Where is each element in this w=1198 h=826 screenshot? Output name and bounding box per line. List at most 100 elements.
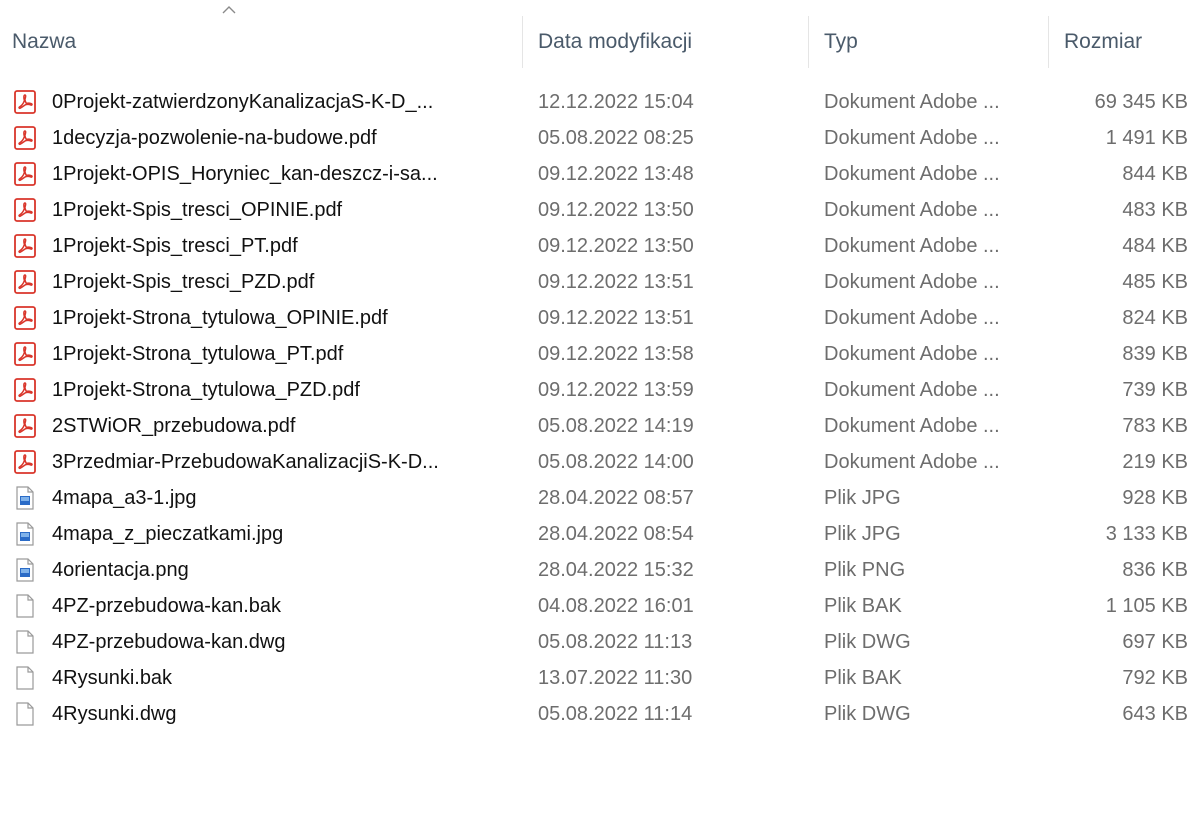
file-type: Plik BAK	[824, 595, 902, 617]
file-row[interactable]: 0Projekt-zatwierdzonyKanalizacjaS-K-D_..…	[0, 84, 1198, 120]
file-size: 1 105 KB	[1105, 595, 1188, 617]
file-type: Plik DWG	[824, 703, 911, 725]
file-name: 4orientacja.png	[52, 559, 189, 581]
file-size: 836 KB	[1122, 559, 1188, 581]
file-row[interactable]: 3Przedmiar-PrzebudowaKanalizacjiS-K-D...…	[0, 444, 1198, 480]
file-row[interactable]: 4PZ-przebudowa-kan.dwg 05.08.2022 11:13 …	[0, 624, 1198, 660]
pdf-icon	[14, 270, 36, 294]
pdf-icon	[14, 198, 36, 222]
file-type: Dokument Adobe ...	[824, 91, 1000, 113]
generic-file-icon	[14, 630, 36, 654]
file-row[interactable]: 4mapa_a3-1.jpg 28.04.2022 08:57 Plik JPG…	[0, 480, 1198, 516]
column-header-name[interactable]: Nazwa	[0, 0, 522, 84]
file-name: 2STWiOR_przebudowa.pdf	[52, 415, 296, 437]
file-modified-date: 05.08.2022 14:00	[538, 451, 694, 473]
file-modified-date: 28.04.2022 08:54	[538, 523, 694, 545]
pdf-icon	[14, 378, 36, 402]
file-row[interactable]: 4orientacja.png 28.04.2022 15:32 Plik PN…	[0, 552, 1198, 588]
file-name: 4PZ-przebudowa-kan.dwg	[52, 631, 286, 653]
file-type: Dokument Adobe ...	[824, 235, 1000, 257]
image-file-icon	[14, 558, 36, 582]
column-header-label: Nazwa	[12, 30, 77, 53]
pdf-icon	[14, 306, 36, 330]
file-name: 4mapa_a3-1.jpg	[52, 487, 197, 509]
generic-file-icon	[14, 702, 36, 726]
file-modified-date: 09.12.2022 13:58	[538, 343, 694, 365]
file-name: 1decyzja-pozwolenie-na-budowe.pdf	[52, 127, 377, 149]
file-modified-date: 28.04.2022 15:32	[538, 559, 694, 581]
file-modified-date: 09.12.2022 13:50	[538, 235, 694, 257]
file-size: 1 491 KB	[1105, 127, 1188, 149]
file-type: Dokument Adobe ...	[824, 307, 1000, 329]
file-type: Dokument Adobe ...	[824, 163, 1000, 185]
file-row[interactable]: 1Projekt-Strona_tytulowa_PZD.pdf 09.12.2…	[0, 372, 1198, 408]
file-type: Plik BAK	[824, 667, 902, 689]
file-row[interactable]: 2STWiOR_przebudowa.pdf 05.08.2022 14:19 …	[0, 408, 1198, 444]
file-row[interactable]: 4Rysunki.bak 13.07.2022 11:30 Plik BAK 7…	[0, 660, 1198, 696]
file-type: Dokument Adobe ...	[824, 415, 1000, 437]
file-name: 1Projekt-Spis_tresci_PZD.pdf	[52, 271, 315, 293]
file-modified-date: 09.12.2022 13:59	[538, 379, 694, 401]
file-name: 4Rysunki.bak	[52, 667, 173, 689]
file-row[interactable]: 1Projekt-Strona_tytulowa_OPINIE.pdf 09.1…	[0, 300, 1198, 336]
column-header-type[interactable]: Typ	[808, 0, 1048, 84]
file-row[interactable]: 1Projekt-Spis_tresci_PT.pdf 09.12.2022 1…	[0, 228, 1198, 264]
generic-file-icon	[14, 594, 36, 618]
file-name: 1Projekt-OPIS_Horyniec_kan-deszcz-i-sa..…	[52, 163, 438, 185]
file-row[interactable]: 1Projekt-Spis_tresci_OPINIE.pdf 09.12.20…	[0, 192, 1198, 228]
file-modified-date: 05.08.2022 11:14	[538, 703, 693, 725]
file-size: 483 KB	[1122, 199, 1188, 221]
file-modified-date: 09.12.2022 13:51	[538, 271, 694, 293]
file-type: Dokument Adobe ...	[824, 451, 1000, 473]
image-file-icon	[14, 486, 36, 510]
column-header-date[interactable]: Data modyfikacji	[522, 0, 808, 84]
file-size: 219 KB	[1122, 451, 1188, 473]
file-row[interactable]: 1Projekt-OPIS_Horyniec_kan-deszcz-i-sa..…	[0, 156, 1198, 192]
file-modified-date: 09.12.2022 13:50	[538, 199, 694, 221]
file-type: Dokument Adobe ...	[824, 199, 1000, 221]
file-modified-date: 04.08.2022 16:01	[538, 595, 694, 617]
column-header-size[interactable]: Rozmiar	[1048, 0, 1198, 84]
column-header-label: Data modyfikacji	[538, 30, 693, 53]
file-size: 484 KB	[1122, 235, 1188, 257]
file-size: 783 KB	[1122, 415, 1188, 437]
file-modified-date: 05.08.2022 14:19	[538, 415, 694, 437]
file-type: Dokument Adobe ...	[824, 271, 1000, 293]
file-type: Dokument Adobe ...	[824, 343, 1000, 365]
pdf-icon	[14, 90, 36, 114]
file-type: Plik JPG	[824, 487, 901, 509]
file-name: 1Projekt-Strona_tytulowa_OPINIE.pdf	[52, 307, 388, 329]
pdf-icon	[14, 126, 36, 150]
file-size: 643 KB	[1122, 703, 1188, 725]
column-header-bar: Nazwa Data modyfikacji Typ Rozmiar	[0, 0, 1198, 84]
file-modified-date: 05.08.2022 08:25	[538, 127, 694, 149]
pdf-icon	[14, 162, 36, 186]
file-size: 697 KB	[1122, 631, 1188, 653]
file-type: Dokument Adobe ...	[824, 127, 1000, 149]
file-size: 844 KB	[1122, 163, 1188, 185]
column-header-label: Rozmiar	[1064, 30, 1143, 53]
file-row[interactable]: 4Rysunki.dwg 05.08.2022 11:14 Plik DWG 6…	[0, 696, 1198, 732]
file-size: 69 345 KB	[1094, 91, 1188, 113]
file-modified-date: 09.12.2022 13:48	[538, 163, 694, 185]
file-size: 928 KB	[1122, 487, 1188, 509]
file-size: 824 KB	[1122, 307, 1188, 329]
file-row[interactable]: 4mapa_z_pieczatkami.jpg 28.04.2022 08:54…	[0, 516, 1198, 552]
pdf-icon	[14, 342, 36, 366]
image-file-icon	[14, 522, 36, 546]
file-size: 792 KB	[1122, 667, 1188, 689]
file-name: 1Projekt-Spis_tresci_OPINIE.pdf	[52, 199, 343, 221]
file-modified-date: 13.07.2022 11:30	[538, 667, 693, 689]
file-row[interactable]: 1Projekt-Strona_tytulowa_PT.pdf 09.12.20…	[0, 336, 1198, 372]
file-name: 4mapa_z_pieczatkami.jpg	[52, 523, 284, 545]
file-row[interactable]: 1decyzja-pozwolenie-na-budowe.pdf 05.08.…	[0, 120, 1198, 156]
file-row[interactable]: 1Projekt-Spis_tresci_PZD.pdf 09.12.2022 …	[0, 264, 1198, 300]
file-type: Plik PNG	[824, 559, 906, 581]
generic-file-icon	[14, 666, 36, 690]
file-modified-date: 09.12.2022 13:51	[538, 307, 694, 329]
file-modified-date: 28.04.2022 08:57	[538, 487, 694, 509]
file-modified-date: 12.12.2022 15:04	[538, 91, 694, 113]
file-name: 3Przedmiar-PrzebudowaKanalizacjiS-K-D...	[52, 451, 439, 473]
file-explorer-details-view: Nazwa Data modyfikacji Typ Rozmiar 0Proj…	[0, 0, 1198, 826]
file-row[interactable]: 4PZ-przebudowa-kan.bak 04.08.2022 16:01 …	[0, 588, 1198, 624]
